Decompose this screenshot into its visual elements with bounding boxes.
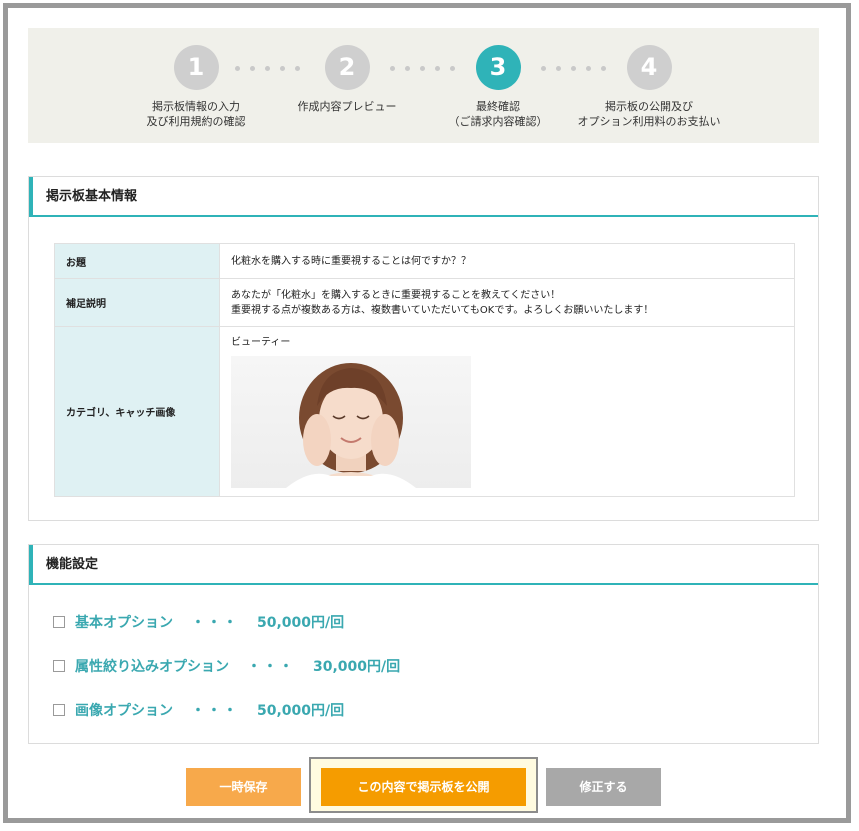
step-4: 4 掲示板の公開及び オプション利用料のお支払い: [559, 45, 739, 129]
table-row: 補足説明 あなたが「化粧水」を購入するときに重要視することを教えてください！ 重…: [54, 278, 795, 327]
progress-stepper: 1 掲示板情報の入力 及び利用規約の確認 2 作成内容プレビュー 3 最終確認 …: [28, 28, 819, 143]
option-sep: ・・・: [191, 615, 239, 631]
step-4-circle: 4: [626, 45, 672, 90]
row-label: 補足説明: [54, 278, 220, 327]
category-cell: ビューティー: [219, 326, 795, 497]
option-sep: ・・・: [191, 703, 239, 719]
publish-button[interactable]: この内容で掲示板を公開: [321, 768, 526, 806]
basic-info-table: お題 化粧水を購入する時に重要視することは何ですか？？ 補足説明 あなたが「化粧…: [54, 243, 795, 497]
basic-info-panel: 掲示板基本情報 お題 化粧水を購入する時に重要視することは何ですか？？ 補足説明…: [28, 176, 819, 521]
step-1-circle: 1: [173, 45, 219, 90]
step-2-circle: 2: [324, 45, 370, 90]
option-price: 50,000円/回: [257, 615, 345, 631]
catch-image: [231, 356, 471, 488]
basic-info-heading: 掲示板基本情報: [29, 177, 818, 217]
option-price: 50,000円/回: [257, 703, 345, 719]
checkbox[interactable]: [53, 660, 65, 672]
row-label: お題: [54, 243, 220, 279]
category-value: ビューティー: [231, 337, 291, 348]
step-3-circle: 3: [475, 45, 521, 90]
row-value: あなたが「化粧水」を購入するときに重要視することを教えてください！ 重要視する点…: [219, 278, 795, 327]
option-name: 画像オプション: [75, 703, 173, 719]
option-attribute-filter[interactable]: 属性絞り込みオプション ・・・ 30,000円/回: [53, 656, 400, 676]
row-label: カテゴリ、キャッチ画像: [54, 326, 220, 497]
step-4-label: 掲示板の公開及び オプション利用料のお支払い: [577, 100, 721, 128]
checkbox[interactable]: [53, 704, 65, 716]
option-name: 属性絞り込みオプション: [75, 659, 229, 675]
features-panel: 機能設定 基本オプション ・・・ 50,000円/回 属性絞り込みオプション ・…: [28, 544, 819, 744]
table-row: カテゴリ、キャッチ画像 ビューティー: [54, 326, 795, 497]
edit-button[interactable]: 修正する: [546, 768, 661, 806]
checkbox[interactable]: [53, 616, 65, 628]
option-name: 基本オプション: [75, 615, 173, 631]
table-row: お題 化粧水を購入する時に重要視することは何ですか？？: [54, 243, 795, 279]
save-draft-button[interactable]: 一時保存: [186, 768, 301, 806]
row-value: 化粧水を購入する時に重要視することは何ですか？？: [219, 243, 795, 279]
option-sep: ・・・: [247, 659, 295, 675]
option-image[interactable]: 画像オプション ・・・ 50,000円/回: [53, 700, 344, 720]
option-basic[interactable]: 基本オプション ・・・ 50,000円/回: [53, 612, 344, 632]
features-heading: 機能設定: [29, 545, 818, 585]
option-price: 30,000円/回: [313, 659, 401, 675]
